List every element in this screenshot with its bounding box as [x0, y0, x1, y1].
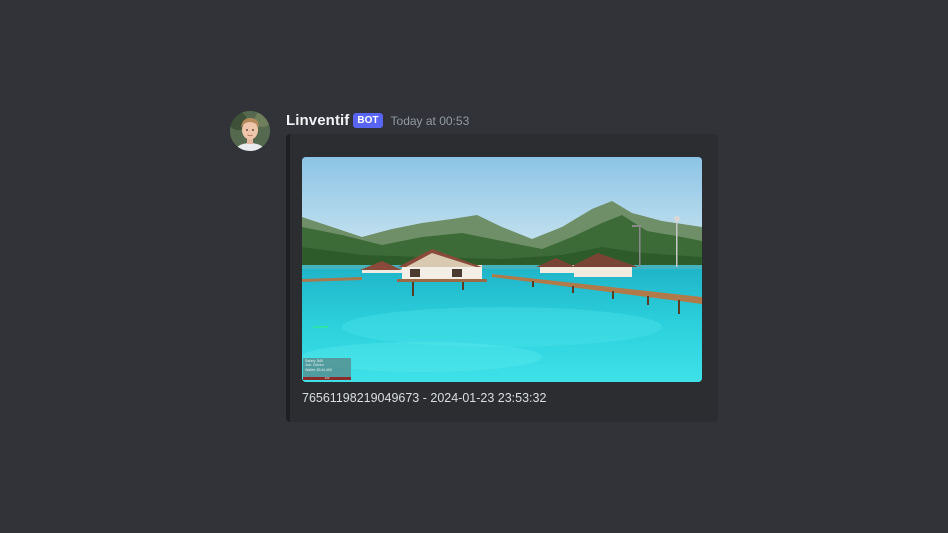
hud-health-value: 100 — [324, 376, 330, 380]
message-header: Linventif BOT Today at 00:53 — [286, 110, 469, 130]
avatar[interactable] — [230, 111, 270, 151]
hud-health-bar: 100 — [303, 377, 351, 380]
author-name[interactable]: Linventif — [286, 112, 349, 129]
message-timestamp[interactable]: Today at 00:53 — [391, 112, 470, 128]
hud-line-wallet: Wallet: $144,400 — [305, 367, 332, 372]
embed-screenshot-image[interactable]: Linventif Salary: $40 Job: Citizen Walle… — [302, 157, 702, 382]
game-hud-panel: Salary: $40 Job: Citizen Wallet: $144,40… — [303, 358, 351, 380]
avatar-image — [230, 111, 270, 151]
bot-badge: BOT — [353, 112, 383, 128]
message-embed: Linventif Salary: $40 Job: Citizen Walle… — [286, 134, 718, 422]
player-nametag: Linventif — [313, 324, 328, 329]
embed-footer-text: 76561198219049673 - 2024-01-23 23:53:32 — [302, 391, 547, 405]
island-scene — [302, 157, 702, 382]
